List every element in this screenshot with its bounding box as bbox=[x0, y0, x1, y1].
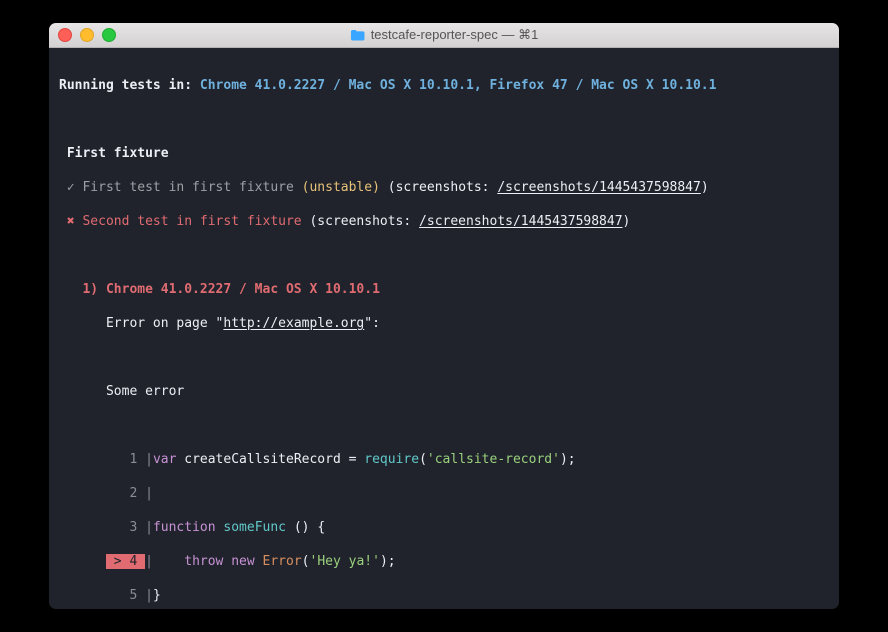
browser-list: Chrome 41.0.2227 / Mac OS X 10.10.1, Fir… bbox=[200, 78, 717, 93]
test2-shots-label: (screenshots: bbox=[302, 214, 419, 229]
error-browser: Chrome 41.0.2227 / Mac OS X 10.10.1 bbox=[106, 282, 380, 297]
lineno-2: 2 bbox=[129, 486, 137, 501]
test1-screenshot-link[interactable]: /screenshots/1445437598847 bbox=[497, 180, 701, 195]
window-titlebar[interactable]: testcafe-reporter-spec — ⌘1 bbox=[49, 23, 839, 48]
error-page-post: ": bbox=[364, 316, 380, 331]
running-label: Running tests in: bbox=[59, 78, 192, 93]
test2-close: ) bbox=[623, 214, 631, 229]
terminal-window: testcafe-reporter-spec — ⌘1 Running test… bbox=[49, 23, 839, 609]
window-title-text: testcafe-reporter-spec — ⌘1 bbox=[371, 27, 539, 43]
lineno-5: 5 bbox=[129, 588, 137, 603]
close-icon[interactable] bbox=[58, 28, 72, 42]
minimize-icon[interactable] bbox=[80, 28, 94, 42]
test2-screenshot-link[interactable]: /screenshots/1445437598847 bbox=[419, 214, 623, 229]
terminal-body[interactable]: Running tests in: Chrome 41.0.2227 / Mac… bbox=[49, 48, 839, 609]
error-line-marker: > 4 bbox=[106, 554, 145, 569]
fail-mark-icon: ✖ bbox=[67, 214, 75, 229]
test2-name: Second test in first fixture bbox=[82, 214, 301, 229]
zoom-icon[interactable] bbox=[102, 28, 116, 42]
window-title: testcafe-reporter-spec — ⌘1 bbox=[350, 27, 539, 43]
pass-mark-icon: ✓ bbox=[67, 180, 75, 195]
error-page-pre: Error on page " bbox=[106, 316, 223, 331]
lineno-3: 3 bbox=[129, 520, 137, 535]
test1-close: ) bbox=[701, 180, 709, 195]
lineno-1: 1 bbox=[129, 452, 137, 467]
some-error: Some error bbox=[106, 384, 184, 399]
error-page-url[interactable]: http://example.org bbox=[223, 316, 364, 331]
kw-var: var bbox=[153, 452, 176, 467]
test1-name: First test in first fixture bbox=[82, 180, 293, 195]
test1-shots-label: (screenshots: bbox=[380, 180, 497, 195]
traffic-lights bbox=[58, 28, 116, 42]
folder-icon bbox=[350, 29, 365, 41]
fixture-name: First fixture bbox=[67, 146, 169, 161]
unstable-tag: (unstable) bbox=[302, 180, 380, 195]
error-index: 1) bbox=[82, 282, 98, 297]
